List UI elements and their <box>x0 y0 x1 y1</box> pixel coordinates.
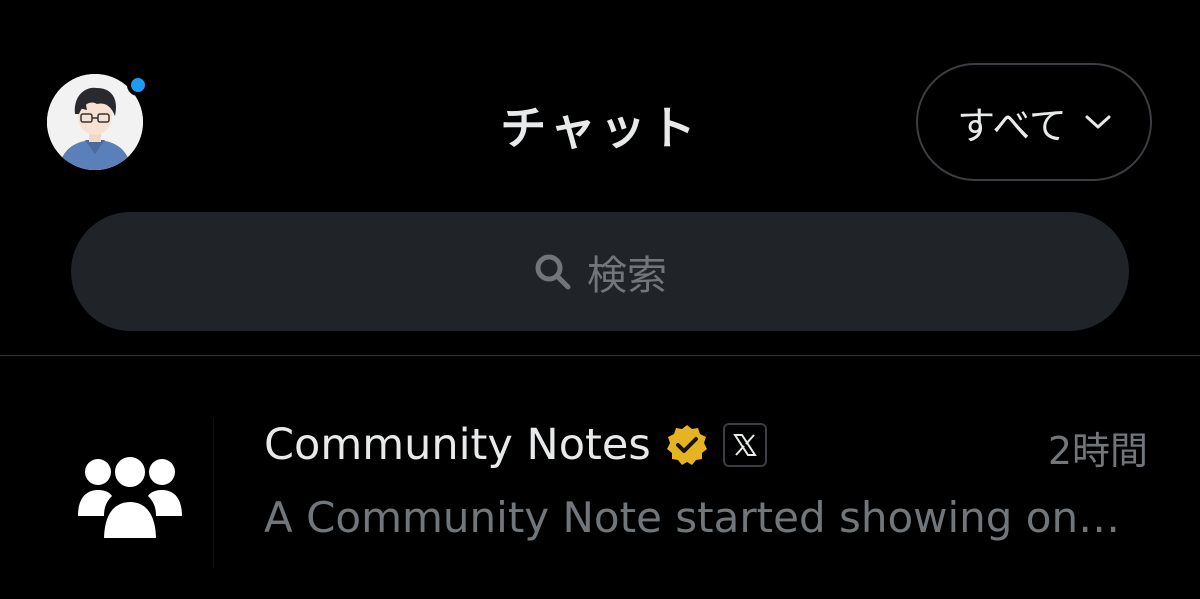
search-input[interactable]: 検索 <box>71 212 1129 331</box>
chevron-down-icon <box>1085 114 1111 130</box>
x-logo-icon <box>722 423 767 467</box>
search-placeholder: 検索 <box>587 252 667 299</box>
conversation-preview: A Community Note started showing on… <box>264 493 1121 542</box>
conversation-timestamp: 2時間 <box>1047 429 1148 473</box>
profile-avatar-button[interactable] <box>47 74 149 170</box>
conversation-name: Community Notes <box>264 420 651 470</box>
conversation-avatar <box>50 418 214 568</box>
filter-dropdown-button[interactable]: すべて <box>916 63 1152 181</box>
filter-label: すべて <box>957 103 1067 148</box>
conversation-item[interactable]: Community Notes 2時間 A Community Note sta… <box>0 356 1200 599</box>
search-icon <box>533 252 573 292</box>
chat-screen: チャット すべて 検索 Community Notes 2時間 A Commun… <box>0 0 1200 599</box>
verified-badge-icon <box>665 423 709 467</box>
notification-dot <box>127 74 149 96</box>
people-group-icon <box>78 453 182 540</box>
conversation-header: Community Notes <box>264 420 767 470</box>
